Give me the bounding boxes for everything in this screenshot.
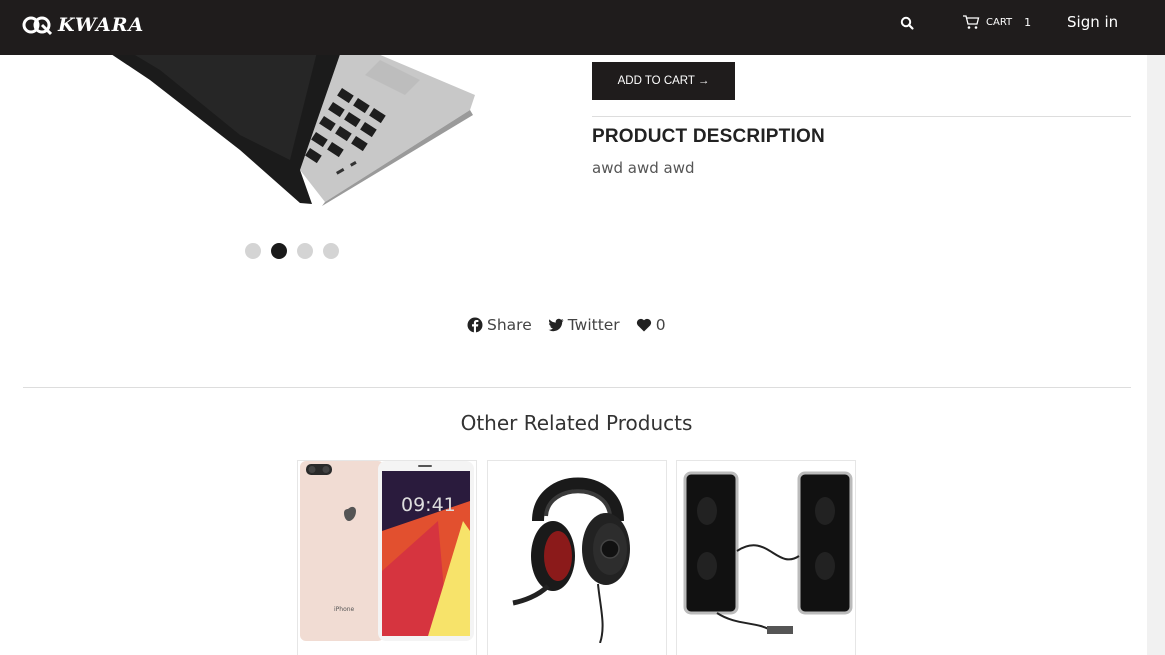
brand-name: KWARA	[58, 14, 145, 36]
top-navbar: KWARA CART 1 Sign in	[0, 0, 1165, 55]
speakers-image	[677, 461, 855, 643]
twitter-label: Twitter	[567, 316, 620, 334]
related-product-card-2[interactable]	[487, 460, 667, 655]
brand-logo[interactable]: KWARA	[22, 14, 144, 36]
cart-label: CART	[986, 16, 1013, 28]
carousel-dot-1[interactable]	[245, 243, 261, 259]
logo-icon	[22, 16, 52, 36]
related-product-card-3[interactable]	[676, 460, 856, 655]
scroll-gutter	[1147, 0, 1165, 655]
heart-icon	[636, 318, 651, 332]
twitter-share-link[interactable]: Twitter	[548, 316, 620, 334]
svg-text:09:41: 09:41	[401, 494, 456, 516]
share-label: Share	[487, 316, 532, 334]
twitter-icon	[548, 318, 564, 332]
iphone-image: iPhone 09:41	[298, 461, 476, 643]
share-row: Share Twitter 0	[467, 316, 666, 334]
product-image-laptop	[90, 40, 475, 206]
section-divider	[23, 387, 1131, 388]
svg-text:iPhone: iPhone	[334, 606, 355, 613]
product-description-text: awd awd awd	[592, 159, 695, 177]
search-icon[interactable]	[899, 15, 915, 31]
signin-link[interactable]: Sign in	[1067, 13, 1118, 31]
facebook-icon	[467, 317, 483, 333]
cart-icon	[963, 15, 980, 29]
carousel-dots	[245, 243, 339, 259]
cart-link[interactable]: CART 1	[962, 14, 1031, 30]
facebook-share-link[interactable]: Share	[467, 316, 532, 334]
related-product-card-1[interactable]: iPhone 09:41	[297, 460, 477, 655]
carousel-dot-3[interactable]	[297, 243, 313, 259]
add-to-cart-button[interactable]: ADD TO CART →	[592, 62, 735, 100]
divider	[592, 116, 1131, 117]
like-count: 0	[655, 316, 666, 334]
headset-image	[488, 461, 666, 643]
product-description-title: PRODUCT DESCRIPTION	[592, 126, 825, 147]
cart-count: 1	[1024, 15, 1032, 29]
carousel-dot-4[interactable]	[323, 243, 339, 259]
page: KWARA CART 1 Sign in ADD TO CART → PRODU…	[0, 0, 1165, 655]
carousel-dot-2[interactable]	[271, 243, 287, 259]
related-products-title: Other Related Products	[460, 411, 693, 435]
like-button[interactable]: 0	[636, 316, 666, 334]
